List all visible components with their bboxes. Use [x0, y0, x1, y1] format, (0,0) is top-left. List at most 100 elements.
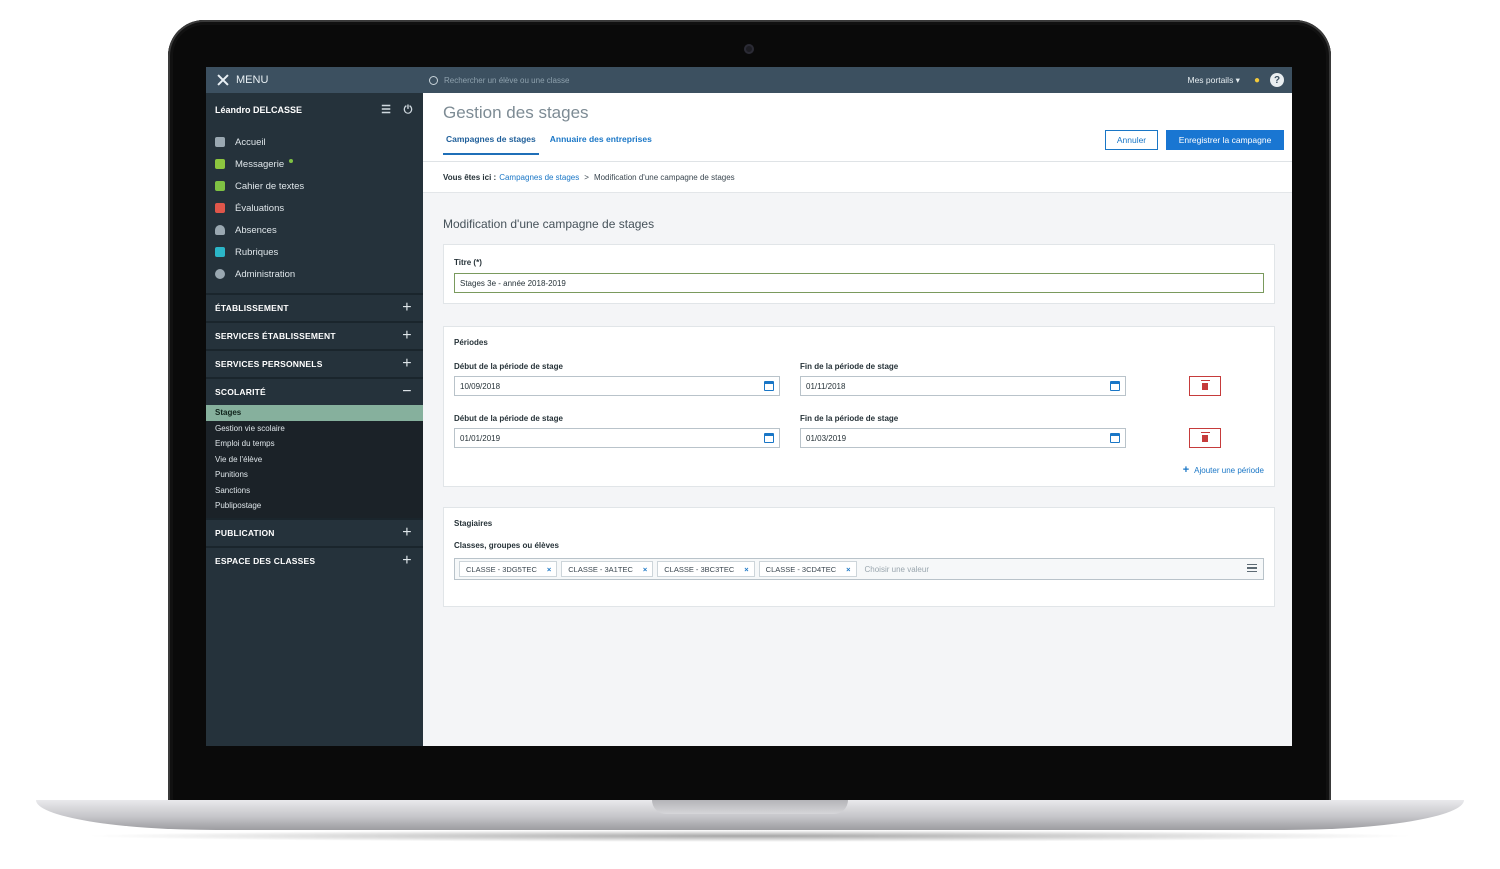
plus-icon: + — [402, 327, 412, 344]
nav-label: Cahier de textes — [235, 180, 305, 192]
periods-card: Périodes Début de la période de stage 10… — [443, 326, 1275, 487]
remove-tag-icon[interactable]: × — [537, 565, 556, 574]
section-publication[interactable]: PUBLICATION + — [206, 517, 423, 546]
section-label: SCOLARITÉ — [215, 387, 266, 397]
delete-period-button[interactable] — [1189, 376, 1221, 396]
tag-chip: CLASSE - 3BC3TEC × — [657, 561, 755, 577]
remove-tag-icon[interactable]: × — [633, 565, 652, 574]
sidebar-item-sanctions[interactable]: Sanctions — [206, 483, 423, 499]
sidebar-item-publipostage[interactable]: Publipostage — [206, 498, 423, 514]
period-end-input[interactable]: 01/11/2018 — [800, 376, 1126, 396]
tab-annuaire-des-entreprises[interactable]: Annuaire des entreprises — [547, 134, 655, 155]
nav-label: Accueil — [235, 136, 266, 148]
nav-item-absences[interactable]: Absences — [206, 219, 423, 241]
plus-icon: + — [1182, 464, 1190, 476]
comment-icon — [215, 247, 225, 257]
grid-icon — [215, 137, 225, 147]
section-label: ESPACE DES CLASSES — [215, 555, 316, 566]
remove-tag-icon[interactable]: × — [836, 565, 855, 574]
date-value: 01/01/2019 — [460, 433, 501, 443]
nav-item-evaluations[interactable]: Évaluations — [206, 197, 423, 219]
search-icon — [429, 75, 438, 85]
notebook-icon — [215, 181, 225, 191]
sidebar-item-vie-de-l-eleve[interactable]: Vie de l'élève — [206, 452, 423, 468]
form-content: Modification d'une campagne de stages Ti… — [443, 217, 1275, 607]
calendar-icon[interactable] — [1110, 433, 1120, 443]
nav-item-accueil[interactable]: Accueil — [206, 131, 423, 153]
sidebar-item-gestion-vie-scolaire[interactable]: Gestion vie scolaire — [206, 421, 423, 437]
tab-campagnes-de-stages[interactable]: Campagnes de stages — [443, 134, 539, 155]
sidebar-item-stages[interactable]: Stages — [206, 405, 423, 421]
evaluation-icon — [215, 203, 225, 213]
tags-placeholder[interactable]: Choisir une valeur — [865, 565, 929, 574]
person-icon — [215, 225, 225, 235]
laptop-shadow — [80, 830, 1420, 842]
tag-label: CLASSE - 3DG5TEC — [466, 564, 537, 574]
period-start-input[interactable]: 10/09/2018 — [454, 376, 780, 396]
main-area: Rechercher un élève ou une classe Mes po… — [423, 67, 1292, 746]
power-icon[interactable]: ⏻ — [402, 104, 414, 116]
cancel-button[interactable]: Annuler — [1105, 130, 1158, 150]
section-label: SERVICES ÉTABLISSEMENT — [215, 331, 336, 341]
tag-chip: CLASSE - 3DG5TEC × — [459, 561, 558, 577]
user-row: Léandro DELCASSE ☰ ⏻ — [206, 93, 423, 127]
section-label: SERVICES PERSONNELS — [215, 359, 323, 369]
period-end-input[interactable]: 01/03/2019 — [800, 428, 1126, 448]
breadcrumb-link[interactable]: Campagnes de stages — [499, 173, 579, 182]
sidebar-item-emploi-du-temps[interactable]: Emploi du temps — [206, 436, 423, 452]
period-end-label: Fin de la période de stage — [800, 414, 899, 423]
nav-label: Rubriques — [235, 246, 279, 258]
nav-item-rubriques[interactable]: Rubriques — [206, 241, 423, 263]
laptop-notch — [652, 800, 848, 814]
remove-tag-icon[interactable]: × — [734, 565, 753, 574]
period-end-label: Fin de la période de stage — [800, 362, 899, 371]
groups-label: Classes, groupes ou élèves — [454, 541, 559, 550]
plus-icon: + — [402, 355, 412, 372]
trash-icon — [1200, 431, 1210, 442]
help-icon[interactable]: ? — [1270, 73, 1284, 87]
mail-icon — [215, 159, 225, 169]
nav-item-cahier-de-textes[interactable]: Cahier de textes — [206, 175, 423, 197]
nav-item-messagerie[interactable]: Messagerie — [206, 153, 423, 175]
breadcrumb-current: Modification d'une campagne de stages — [593, 172, 735, 182]
screen: MENU Léandro DELCASSE ☰ ⏻ Accueil Messag… — [206, 67, 1292, 746]
calendar-icon[interactable] — [1110, 381, 1120, 391]
section-services-etablissement[interactable]: SERVICES ÉTABLISSEMENT + — [206, 321, 423, 349]
save-campaign-button[interactable]: Enregistrer la campagne — [1166, 130, 1284, 150]
page-header: Gestion des stages Campagnes de stages A… — [423, 93, 1292, 162]
add-period-button[interactable]: + Ajouter une période — [1183, 464, 1264, 476]
title-input[interactable]: Stages 3e - année 2018-2019 — [454, 273, 1264, 293]
plus-icon: + — [402, 523, 412, 541]
menu-icon[interactable] — [1247, 564, 1257, 572]
topbar: Rechercher un élève ou une classe Mes po… — [423, 67, 1292, 93]
search-input[interactable]: Rechercher un élève ou une classe — [444, 76, 569, 85]
lightbulb-icon[interactable]: ● — [1254, 75, 1260, 86]
form-heading: Modification d'une campagne de stages — [443, 217, 655, 231]
nav-label: Absences — [235, 224, 277, 236]
add-period-label: Ajouter une période — [1194, 466, 1264, 475]
trash-icon — [1200, 379, 1210, 390]
trainees-label: Stagiaires — [454, 519, 493, 528]
nav-item-administration[interactable]: Administration — [206, 263, 423, 285]
section-scolarite[interactable]: SCOLARITÉ − — [206, 377, 423, 405]
scolarite-submenu: Stages Gestion vie scolaire Emploi du te… — [206, 405, 423, 518]
section-services-personnels[interactable]: SERVICES PERSONNELS + — [206, 349, 423, 377]
page-title: Gestion des stages — [443, 103, 589, 122]
menu-label: MENU — [236, 74, 269, 86]
groups-multiselect[interactable]: CLASSE - 3DG5TEC × CLASSE - 3A1TEC × CLASS… — [454, 558, 1264, 580]
section-etablissement[interactable]: ÉTABLISSEMENT + — [206, 293, 423, 321]
section-espace-des-classes[interactable]: ESPACE DES CLASSES + — [206, 545, 423, 574]
close-icon — [216, 73, 230, 87]
webcam — [744, 44, 754, 54]
calendar-icon[interactable] — [764, 381, 774, 391]
sidebar-item-punitions[interactable]: Punitions — [206, 467, 423, 483]
portals-dropdown[interactable]: Mes portails ▾ — [1188, 75, 1240, 86]
unread-dot — [289, 159, 294, 163]
sidebar: MENU Léandro DELCASSE ☰ ⏻ Accueil Messag… — [206, 67, 423, 746]
period-start-input[interactable]: 01/01/2019 — [454, 428, 780, 448]
delete-period-button[interactable] — [1189, 428, 1221, 448]
nav-label: Administration — [235, 268, 296, 280]
calendar-icon[interactable] — [764, 433, 774, 443]
settings-sliders-icon[interactable]: ☰ — [380, 104, 392, 116]
menu-toggle[interactable]: MENU — [206, 67, 423, 93]
